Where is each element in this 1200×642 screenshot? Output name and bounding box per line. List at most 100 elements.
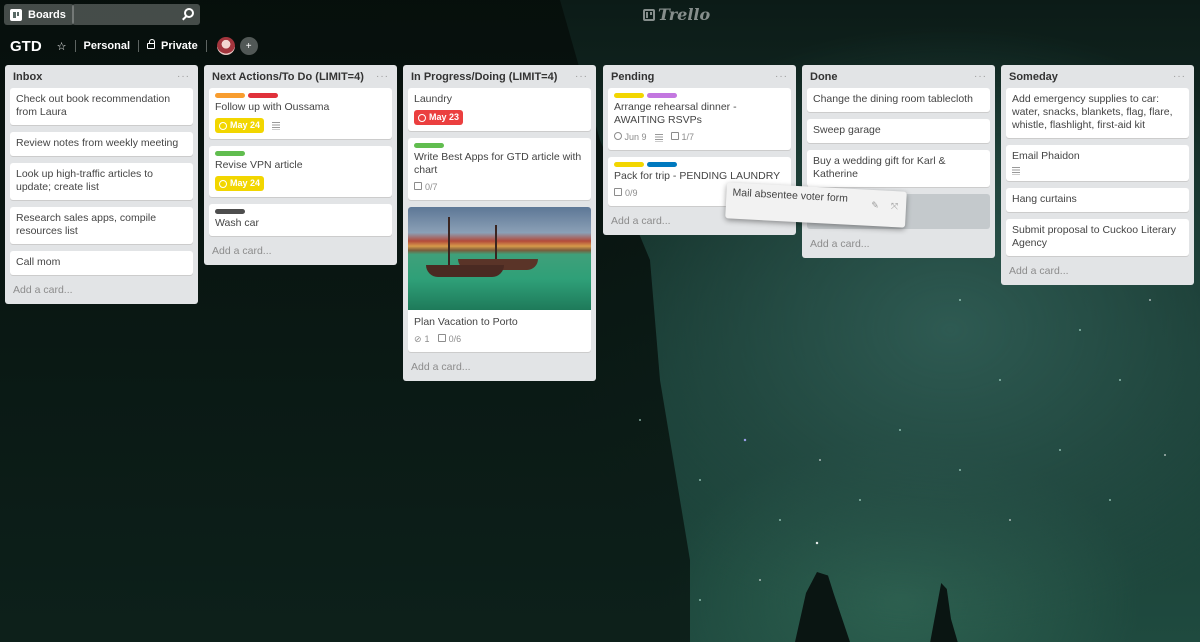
card-label[interactable]	[614, 93, 644, 98]
list-someday: Someday ··· Add emergency supplies to car…	[1001, 65, 1194, 285]
card[interactable]: Research sales apps, compile resources l…	[10, 207, 193, 244]
checklist-icon	[414, 182, 422, 190]
search-input[interactable]	[72, 4, 200, 25]
boards-icon	[10, 8, 22, 21]
card-title: Sweep garage	[813, 124, 881, 136]
card-label[interactable]	[647, 162, 677, 167]
card-title: Revise VPN article	[215, 159, 303, 171]
team-button[interactable]: Personal	[84, 40, 130, 52]
list-title[interactable]: In Progress/Doing (LIMIT=4)	[411, 71, 557, 83]
card[interactable]: Email Phaidon	[1006, 145, 1189, 181]
card[interactable]: Plan Vacation to Porto ⊘ 1 0/6	[408, 207, 591, 352]
card-title: Change the dining room tablecloth	[813, 93, 973, 105]
card-title: Follow up with Oussama	[215, 101, 330, 113]
due-date-badge: May 23	[414, 110, 464, 125]
add-member-icon[interactable]: +	[239, 37, 258, 55]
trello-logo[interactable]: Trello	[643, 5, 710, 24]
list-menu-icon[interactable]: ···	[575, 71, 588, 82]
description-icon	[1012, 167, 1020, 175]
card[interactable]: Arrange rehearsal dinner - AWAITING RSVP…	[608, 88, 791, 150]
card-label[interactable]	[215, 151, 245, 156]
checklist-badge: 0/9	[614, 187, 638, 200]
list-header[interactable]: Inbox ···	[10, 65, 193, 88]
card-label[interactable]	[614, 162, 644, 167]
card[interactable]: Add emergency supplies to car: water, sn…	[1006, 88, 1189, 138]
trello-logo-text: Trello	[658, 5, 711, 24]
boards-button[interactable]: Boards	[4, 4, 74, 25]
list-header[interactable]: Pending ···	[608, 65, 791, 88]
card[interactable]: Wash car	[209, 204, 392, 236]
visibility-button[interactable]: Private	[147, 39, 198, 52]
card[interactable]: Buy a wedding gift for Karl & Katherine	[807, 150, 990, 187]
list-header[interactable]: Done ···	[807, 65, 990, 88]
card-title: Look up high-traffic articles to update;…	[16, 168, 153, 193]
card-title: Plan Vacation to Porto	[414, 316, 518, 328]
description-icon	[272, 121, 281, 130]
background-sea-stack	[930, 583, 958, 642]
list-menu-icon[interactable]: ···	[775, 71, 788, 82]
card[interactable]: Follow up with Oussama May 24	[209, 88, 392, 139]
star-icon[interactable]: ☆	[57, 40, 67, 53]
card-label[interactable]	[414, 143, 444, 148]
list-header[interactable]: Next Actions/To Do (LIMIT=4) ···	[209, 65, 392, 88]
card[interactable]: Call mom	[10, 251, 193, 275]
avatar[interactable]	[216, 37, 235, 55]
due-date-badge: May 24	[215, 118, 265, 133]
card[interactable]: Check out book recommendation from Laura	[10, 88, 193, 125]
card-title: Review notes from weekly meeting	[16, 137, 179, 149]
card-label[interactable]	[647, 93, 677, 98]
checklist-badge: 1/7	[670, 131, 694, 144]
list-next-actions-to-do-limit-4: Next Actions/To Do (LIMIT=4) ··· Follow u…	[204, 65, 397, 265]
add-card-button[interactable]: Add a card...	[807, 236, 990, 252]
card-title: Email Phaidon	[1012, 150, 1080, 162]
card-label[interactable]	[248, 93, 278, 98]
card[interactable]: Submit proposal to Cuckoo Literary Agenc…	[1006, 219, 1189, 256]
card-title: Research sales apps, compile resources l…	[16, 212, 157, 237]
card[interactable]: Sweep garage	[807, 119, 990, 143]
card[interactable]: Review notes from weekly meeting	[10, 132, 193, 156]
card[interactable]: Hang curtains	[1006, 188, 1189, 212]
card[interactable]: Write Best Apps for GTD article with cha…	[408, 138, 591, 200]
card-title: Hang curtains	[1012, 193, 1077, 205]
visibility-label: Private	[161, 40, 198, 52]
add-card-button[interactable]: Add a card...	[10, 282, 193, 298]
search-icon[interactable]	[184, 8, 194, 18]
paperclip-icon: ⊘	[414, 334, 422, 344]
board-title[interactable]: GTD	[10, 38, 42, 55]
list-menu-icon[interactable]: ···	[376, 71, 389, 82]
card[interactable]: Look up high-traffic articles to update;…	[10, 163, 193, 200]
list-title[interactable]: Inbox	[13, 71, 42, 83]
list-menu-icon[interactable]: ···	[974, 71, 987, 82]
clock-icon	[219, 179, 227, 188]
card-title: Pack for trip - PENDING LAUNDRY	[614, 170, 781, 182]
checklist-icon	[670, 132, 679, 140]
divider	[138, 40, 140, 52]
list-title[interactable]: Pending	[611, 71, 654, 83]
list-title[interactable]: Next Actions/To Do (LIMIT=4)	[212, 71, 364, 83]
card[interactable]: Laundry May 23	[408, 88, 591, 131]
card-title: Add emergency supplies to car: water, sn…	[1012, 93, 1173, 131]
card-label[interactable]	[215, 209, 245, 214]
checklist-icon	[437, 334, 446, 342]
card-title: Arrange rehearsal dinner - AWAITING RSVP…	[614, 101, 737, 126]
card[interactable]: Change the dining room tablecloth	[807, 88, 990, 112]
clock-icon	[614, 132, 622, 140]
add-card-button[interactable]: Add a card...	[408, 359, 591, 375]
card[interactable]: Revise VPN article May 24	[209, 146, 392, 197]
card-title: Wash car	[215, 217, 259, 229]
attachment-badge: ⊘ 1	[414, 334, 430, 344]
list-menu-icon[interactable]: ···	[177, 71, 190, 82]
add-card-button[interactable]: Add a card...	[209, 243, 392, 259]
card-cover-image	[408, 207, 591, 310]
card-label[interactable]	[215, 93, 245, 98]
list-in-progress-doing-limit-4: In Progress/Doing (LIMIT=4) ··· Laundry Ma…	[403, 65, 596, 381]
clock-icon	[219, 121, 227, 130]
edit-icon[interactable]: ✎	[871, 200, 879, 211]
list-title[interactable]: Done	[810, 71, 838, 83]
list-title[interactable]: Someday	[1009, 71, 1058, 83]
expand-icon[interactable]: ⤧	[891, 201, 899, 212]
list-header[interactable]: Someday ···	[1006, 65, 1189, 88]
add-card-button[interactable]: Add a card...	[1006, 263, 1189, 279]
list-header[interactable]: In Progress/Doing (LIMIT=4) ···	[408, 65, 591, 88]
list-menu-icon[interactable]: ···	[1173, 71, 1186, 82]
